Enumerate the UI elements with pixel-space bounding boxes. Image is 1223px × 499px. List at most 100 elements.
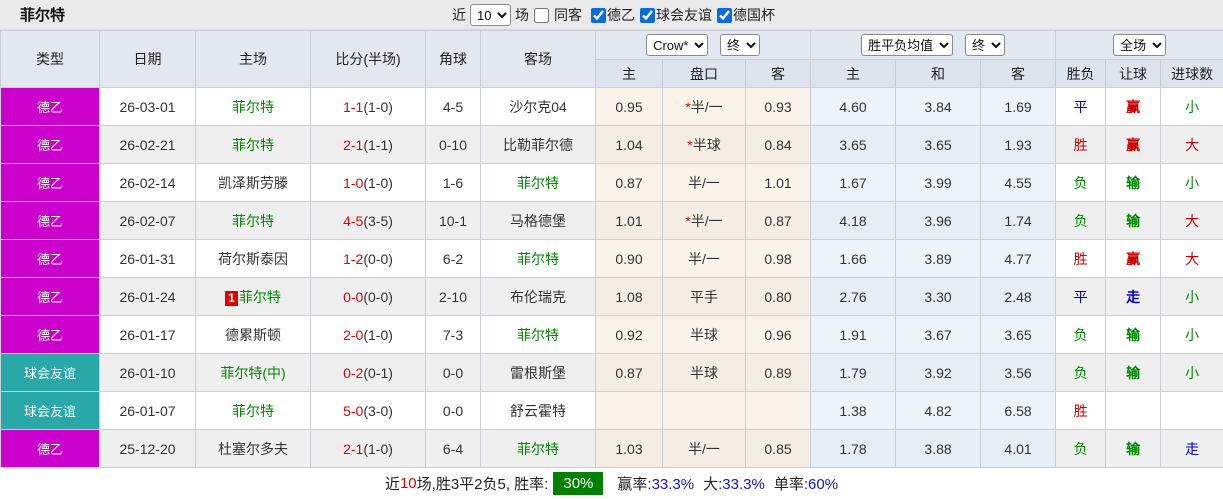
- result-cell: 平: [1056, 278, 1106, 316]
- league-type-cell: 德乙: [1, 202, 100, 240]
- away-team-cell: 布伦瑞克: [481, 278, 596, 316]
- avg-home-cell: 2.76: [811, 278, 896, 316]
- fulltime-score: 0-2: [343, 365, 363, 381]
- away-team-cell: 比勒菲尔德: [481, 126, 596, 164]
- scope-select[interactable]: 全场: [1113, 34, 1166, 56]
- avg-group-header: 胜平负均值 终: [811, 31, 1056, 60]
- league-type-cell: 德乙: [1, 316, 100, 354]
- corner-cell: 0-0: [426, 392, 481, 430]
- handicap-cell: *半/一: [663, 202, 746, 240]
- goals-result-cell: 小: [1161, 278, 1223, 316]
- top-bar: 菲尔特 近 10 场 同客 德乙 球会友谊 德国杯: [0, 0, 1223, 30]
- filter-league-checkbox-2[interactable]: [717, 8, 732, 23]
- odds-away-cell: 0.93: [746, 88, 811, 126]
- score-cell: 2-1(1-1): [311, 126, 426, 164]
- avg-home-cell: 1.91: [811, 316, 896, 354]
- col-header-handicap: 盘口: [663, 60, 746, 88]
- avg-away-cell: 1.93: [981, 126, 1056, 164]
- col-header-score: 比分(半场): [311, 31, 426, 88]
- col-header-winloss: 胜负: [1056, 60, 1106, 88]
- home-team-cell: 凯泽斯劳滕: [196, 164, 311, 202]
- corner-cell: 10-1: [426, 202, 481, 240]
- corner-cell: 6-4: [426, 430, 481, 468]
- handicap-cell: 半球: [663, 354, 746, 392]
- handicap-text: 半球: [693, 137, 721, 153]
- home-team-name: 菲尔特: [232, 99, 274, 115]
- away-team-name: 沙尔克04: [509, 99, 567, 115]
- table-row: 德乙 26-03-01 菲尔特 1-1(1-0) 4-5 沙尔克04 0.95 …: [1, 88, 1223, 126]
- fulltime-score: 1-1: [343, 99, 363, 115]
- date-cell: 26-02-14: [100, 164, 196, 202]
- odds-home-cell: 1.03: [596, 430, 663, 468]
- fulltime-score: 2-1: [343, 441, 363, 457]
- odds-away-cell: 1.01: [746, 164, 811, 202]
- avg-time-select[interactable]: 终: [965, 34, 1005, 56]
- corner-cell: 6-2: [426, 240, 481, 278]
- goals-result-cell: 走: [1161, 430, 1223, 468]
- avg-home-cell: 1.38: [811, 392, 896, 430]
- avg-draw-cell: 3.65: [896, 126, 981, 164]
- fulltime-score: 2-1: [343, 137, 363, 153]
- handicap-result-cell: 赢: [1106, 88, 1161, 126]
- fulltime-score: 5-0: [343, 403, 363, 419]
- avg-draw-cell: 3.89: [896, 240, 981, 278]
- result-cell: 平: [1056, 88, 1106, 126]
- fulltime-score: 2-0: [343, 327, 363, 343]
- goals-result-cell: 大: [1161, 202, 1223, 240]
- away-team-name: 菲尔特: [517, 441, 559, 457]
- odds-away-cell: 0.96: [746, 316, 811, 354]
- table-row: 德乙 26-01-31 荷尔斯泰因 1-2(0-0) 6-2 菲尔特 0.90 …: [1, 240, 1223, 278]
- score-cell: 1-0(1-0): [311, 164, 426, 202]
- odds-away-cell: 0.98: [746, 240, 811, 278]
- result-cell: 负: [1056, 316, 1106, 354]
- avg-home-cell: 1.67: [811, 164, 896, 202]
- odds-home-cell: 1.04: [596, 126, 663, 164]
- col-header-handicap-result: 让球: [1106, 60, 1161, 88]
- recent-games-select[interactable]: 10: [470, 4, 511, 26]
- odds-home-cell: 1.08: [596, 278, 663, 316]
- table-row: 德乙 25-12-20 杜塞尔多夫 2-1(1-0) 6-4 菲尔特 1.03 …: [1, 430, 1223, 468]
- same-away-checkbox[interactable]: [534, 8, 549, 23]
- page-title: 菲尔特: [0, 4, 65, 25]
- home-team-name: 杜塞尔多夫: [218, 441, 288, 457]
- header-group-row: 类型 日期 主场 比分(半场) 角球 客场 Crow* 终 胜平负均值 终 全场: [1, 31, 1223, 60]
- home-team-name: 菲尔特(中): [220, 365, 285, 381]
- table-row: 德乙 26-02-07 菲尔特 4-5(3-5) 10-1 马格德堡 1.01 …: [1, 202, 1223, 240]
- halftime-score: (1-0): [363, 99, 393, 115]
- home-team-name: 德累斯顿: [225, 327, 281, 343]
- score-cell: 1-1(1-0): [311, 88, 426, 126]
- fulltime-score: 4-5: [343, 213, 363, 229]
- home-team-cell: 菲尔特: [196, 88, 311, 126]
- home-team-cell: 菲尔特: [196, 126, 311, 164]
- home-team-name: 菲尔特: [232, 213, 274, 229]
- col-header-odds-away: 客: [746, 60, 811, 88]
- handicap-cell: 半/一: [663, 240, 746, 278]
- odds-company-select[interactable]: Crow*: [646, 34, 708, 56]
- avg-away-cell: 3.65: [981, 316, 1056, 354]
- avg-away-cell: 2.48: [981, 278, 1056, 316]
- halftime-score: (0-1): [363, 365, 393, 381]
- halftime-score: (1-1): [363, 137, 393, 153]
- home-team-cell: 1菲尔特: [196, 278, 311, 316]
- avg-away-cell: 4.55: [981, 164, 1056, 202]
- filter-league-checkbox-1[interactable]: [640, 8, 655, 23]
- avg-draw-cell: 3.30: [896, 278, 981, 316]
- date-cell: 26-02-21: [100, 126, 196, 164]
- avg-away-cell: 4.77: [981, 240, 1056, 278]
- odds-time-select[interactable]: 终: [720, 34, 760, 56]
- handicap-text: 半/一: [688, 175, 720, 191]
- handicap-text: 半球: [690, 327, 718, 343]
- result-group-header: 全场: [1056, 31, 1223, 60]
- away-team-name: 比勒菲尔德: [503, 137, 573, 153]
- date-cell: 26-01-24: [100, 278, 196, 316]
- avg-type-select[interactable]: 胜平负均值: [861, 34, 953, 56]
- handicap-result-cell: 赢: [1106, 126, 1161, 164]
- odds-home-cell: 0.87: [596, 164, 663, 202]
- goals-result-cell: 小: [1161, 354, 1223, 392]
- away-team-name: 布伦瑞克: [510, 289, 566, 305]
- filter-league-checkbox-0[interactable]: [591, 8, 606, 23]
- handicap-result-cell: 走: [1106, 278, 1161, 316]
- avg-draw-cell: 4.82: [896, 392, 981, 430]
- score-cell: 2-0(1-0): [311, 316, 426, 354]
- away-team-cell: 马格德堡: [481, 202, 596, 240]
